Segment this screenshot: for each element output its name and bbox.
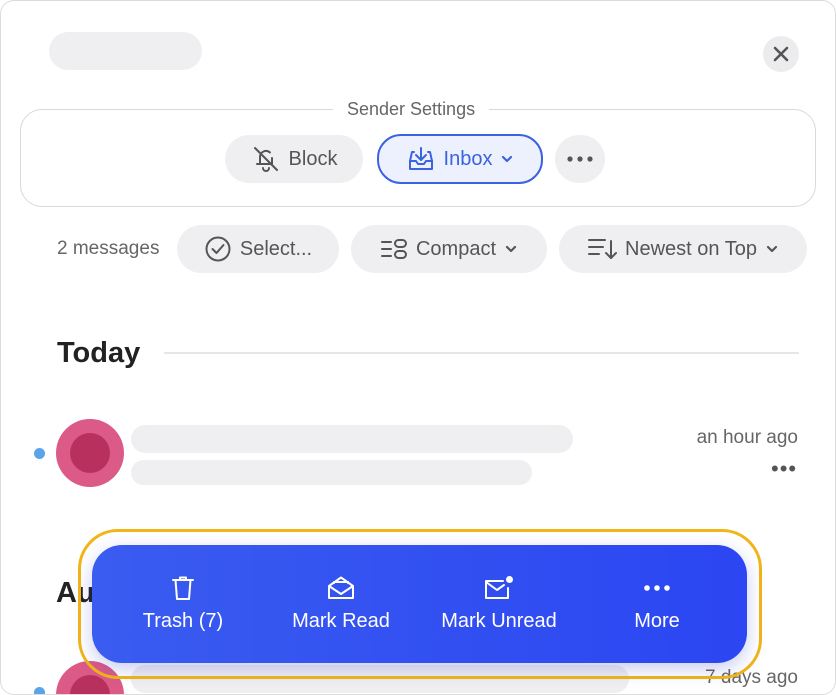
inbox-tray-icon: [408, 147, 433, 170]
section-divider: [164, 352, 799, 354]
compact-view-dropdown[interactable]: Compact: [351, 225, 547, 273]
ellipsis-icon: [567, 156, 593, 162]
mark-read-button[interactable]: Mark Read: [262, 545, 420, 663]
bell-slash-icon: [253, 147, 278, 172]
list-compact-icon: [380, 239, 407, 259]
trash-label: Trash (7): [142, 610, 224, 632]
compact-label: Compact: [415, 237, 497, 260]
chevron-down-icon: [505, 245, 517, 253]
sender-panel: Sender Settings Block Inbox 2 messages S…: [0, 0, 836, 695]
select-button[interactable]: Select...: [177, 225, 339, 273]
check-circle-icon: [205, 236, 231, 262]
ellipsis-icon: [644, 585, 670, 591]
section-title-today: Today: [57, 337, 141, 369]
unread-indicator: [34, 687, 45, 694]
more-label: More: [634, 610, 680, 632]
sort-order-dropdown[interactable]: Newest on Top: [559, 225, 807, 273]
block-button[interactable]: Block: [225, 135, 363, 183]
sender-settings-title: Sender Settings: [333, 98, 490, 120]
row-more-icon[interactable]: •••: [771, 458, 797, 480]
message-subject-placeholder: [131, 425, 573, 453]
sort-label: Newest on Top: [625, 237, 757, 260]
trash-icon: [172, 576, 194, 600]
message-count: 2 messages: [57, 238, 160, 259]
message-preview-placeholder: [131, 460, 532, 485]
sender-name-placeholder: [49, 32, 202, 70]
mark-unread-button[interactable]: Mark Unread: [420, 545, 578, 663]
more-button[interactable]: More: [578, 545, 736, 663]
chevron-down-icon: [766, 245, 778, 253]
mark-unread-label: Mark Unread: [441, 610, 557, 632]
bulk-action-bar: Trash (7) Mark Read Mark Unread More: [92, 545, 747, 663]
close-icon: [773, 46, 789, 62]
select-label: Select...: [239, 237, 313, 260]
close-button[interactable]: [763, 36, 799, 72]
envelope-open-icon: [328, 576, 354, 599]
inbox-dropdown-button[interactable]: Inbox: [377, 134, 543, 184]
message-time: an hour ago: [696, 427, 798, 448]
trash-button[interactable]: Trash (7): [104, 545, 262, 663]
block-label: Block: [288, 147, 338, 170]
avatar: [56, 419, 124, 487]
chevron-down-icon: [502, 155, 513, 163]
sender-more-button[interactable]: [555, 135, 605, 183]
envelope-dot-icon: [485, 576, 513, 599]
unread-indicator: [34, 448, 45, 459]
inbox-label: Inbox: [443, 147, 493, 170]
mark-read-label: Mark Read: [292, 610, 390, 632]
sort-descending-icon: [588, 239, 618, 259]
